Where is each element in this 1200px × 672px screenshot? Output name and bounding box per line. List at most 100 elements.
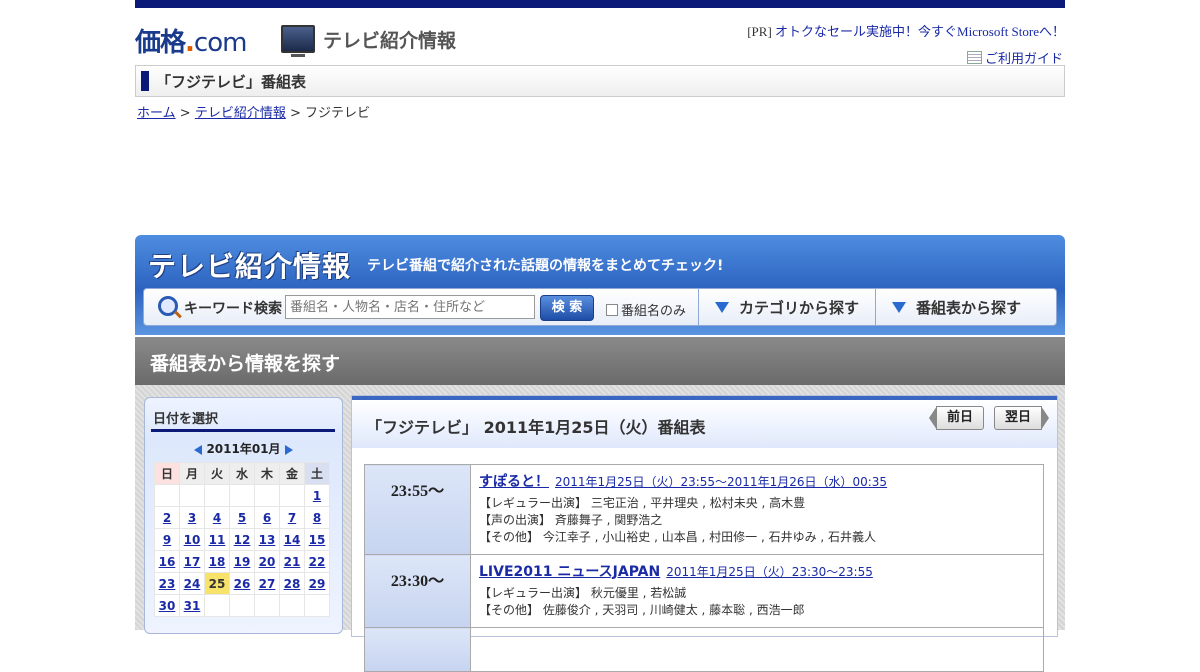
calendar-day[interactable]: 3 <box>179 506 205 529</box>
breadcrumb-sep: > <box>179 106 191 121</box>
calendar-day[interactable]: 20 <box>254 550 280 573</box>
calendar-day[interactable]: 29 <box>304 572 330 595</box>
calendar-day[interactable]: 23 <box>154 572 180 595</box>
section-heading-bar: 番組表から情報を探す <box>135 337 1065 385</box>
calendar-day[interactable]: 26 <box>229 572 255 595</box>
calendar-day-link[interactable]: 24 <box>184 577 201 591</box>
calendar-day <box>229 484 255 507</box>
calendar-day[interactable]: 5 <box>229 506 255 529</box>
calendar-day[interactable]: 17 <box>179 550 205 573</box>
tab-schedule[interactable]: 番組表から探す <box>875 289 1056 325</box>
tab-category[interactable]: カテゴリから探す <box>698 289 875 325</box>
calendar-day-link[interactable]: 21 <box>284 555 301 569</box>
calendar-day-link[interactable]: 1 <box>313 489 321 503</box>
kakaku-logo[interactable]: 価格.com <box>135 22 248 59</box>
calendar-day-link[interactable]: 19 <box>234 555 251 569</box>
calendar-day[interactable]: 30 <box>154 594 180 617</box>
breadcrumb-section[interactable]: テレビ紹介情報 <box>195 106 286 121</box>
calendar-day[interactable]: 28 <box>279 572 305 595</box>
calendar-day[interactable]: 14 <box>279 528 305 551</box>
calendar-day[interactable]: 8 <box>304 506 330 529</box>
search-button[interactable]: 検 索 <box>540 295 594 321</box>
search-icon <box>158 296 178 316</box>
calendar-day[interactable]: 24 <box>179 572 205 595</box>
calendar-day-link[interactable]: 18 <box>209 555 226 569</box>
calendar-day[interactable]: 22 <box>304 550 330 573</box>
calendar-day-link[interactable]: 6 <box>263 511 271 525</box>
calendar-day <box>229 594 255 617</box>
header: 価格.com テレビ紹介情報 [PR] オトクなセール実施中！今すぐMicros… <box>135 8 1065 66</box>
calendar-panel: 日付を選択 2011年01月 日月火水木金土 1 2 3 4 5 6 7 8 9 10 11 12 13 1… <box>144 397 343 634</box>
tab-schedule-label: 番組表から探す <box>916 298 1022 317</box>
title-only-checkbox[interactable]: 番組名のみ <box>606 300 686 319</box>
calendar-day <box>279 484 305 507</box>
calendar-day[interactable]: 6 <box>254 506 280 529</box>
program-time <box>364 627 471 672</box>
calendar-day-link[interactable]: 26 <box>234 577 251 591</box>
calendar-day[interactable]: 13 <box>254 528 280 551</box>
calendar-day-link[interactable]: 13 <box>259 533 276 547</box>
calendar-day-link[interactable]: 14 <box>284 533 301 547</box>
calendar-day-link[interactable]: 25 <box>209 577 226 591</box>
banner-title[interactable]: テレビ紹介情報 <box>148 245 351 285</box>
breadcrumb-home[interactable]: ホーム <box>137 106 176 121</box>
next-month-icon[interactable] <box>284 444 293 455</box>
program-date-link[interactable]: 2011年1月25日（火）23:55～2011年1月26日（水）00:35 <box>555 475 887 489</box>
calendar-day[interactable]: 11 <box>204 528 230 551</box>
calendar-day[interactable]: 10 <box>179 528 205 551</box>
calendar-day[interactable]: 1 <box>304 484 330 507</box>
calendar-day-link[interactable]: 28 <box>284 577 301 591</box>
calendar-day-link[interactable]: 12 <box>234 533 251 547</box>
program-title-link[interactable]: LIVE2011 ニュースJAPAN <box>479 564 660 580</box>
calendar-day[interactable]: 2 <box>154 506 180 529</box>
pr-link[interactable]: オトクなセール実施中！今すぐMicrosoft Storeへ！ <box>775 24 1065 39</box>
calendar-day-link[interactable]: 10 <box>184 533 201 547</box>
calendar-day-link[interactable]: 3 <box>188 511 196 525</box>
calendar-day <box>304 594 330 617</box>
calendar-day-link[interactable]: 11 <box>209 533 226 547</box>
calendar-day[interactable]: 7 <box>279 506 305 529</box>
calendar-day-link[interactable]: 7 <box>288 511 296 525</box>
program-title-link[interactable]: すぽると！ <box>479 474 549 490</box>
calendar-day[interactable]: 18 <box>204 550 230 573</box>
program-date-link[interactable]: 2011年1月25日（火）23:30～23:55 <box>666 565 873 579</box>
calendar-day[interactable]: 12 <box>229 528 255 551</box>
calendar-day[interactable]: 19 <box>229 550 255 573</box>
calendar-day-link[interactable]: 20 <box>259 555 276 569</box>
weekday-header: 金 <box>279 462 305 485</box>
calendar-day-link[interactable]: 31 <box>184 599 201 613</box>
breadcrumb-sep: > <box>289 106 301 121</box>
calendar-day-link[interactable]: 23 <box>159 577 176 591</box>
calendar-day[interactable]: 16 <box>154 550 180 573</box>
calendar-day-link[interactable]: 5 <box>238 511 246 525</box>
prev-month-icon[interactable] <box>194 444 203 455</box>
calendar-day[interactable]: 4 <box>204 506 230 529</box>
calendar-day-link[interactable]: 22 <box>309 555 326 569</box>
calendar-day[interactable]: 21 <box>279 550 305 573</box>
checkbox-box[interactable] <box>606 303 618 316</box>
breadcrumb: ホーム > テレビ紹介情報 > フジテレビ <box>137 102 370 121</box>
calendar-day-link[interactable]: 9 <box>163 533 171 547</box>
calendar-day-link[interactable]: 29 <box>309 577 326 591</box>
keyword-input[interactable] <box>285 295 535 319</box>
logo-com: com <box>193 28 248 58</box>
tv-section-logo[interactable]: テレビ紹介情報 <box>281 25 456 57</box>
calendar-day[interactable]: 9 <box>154 528 180 551</box>
program-row: 23:55～ すぽると！ 2011年1月25日（火）23:55～2011年1月26日… <box>364 464 1044 555</box>
calendar-day-link[interactable]: 2 <box>163 511 171 525</box>
calendar-day <box>279 594 305 617</box>
calendar-day-link[interactable]: 4 <box>213 511 221 525</box>
calendar-day[interactable]: 31 <box>179 594 205 617</box>
next-day-button[interactable]: 翌日 <box>994 406 1049 430</box>
calendar-day-link[interactable]: 17 <box>184 555 201 569</box>
prev-day-button[interactable]: 前日 <box>929 406 984 430</box>
calendar-day[interactable]: 27 <box>254 572 280 595</box>
calendar-day-link[interactable]: 8 <box>313 511 321 525</box>
calendar-day[interactable]: 15 <box>304 528 330 551</box>
weekday-header: 水 <box>229 462 255 485</box>
calendar-day[interactable]: 25 <box>204 572 230 595</box>
calendar-day-link[interactable]: 27 <box>259 577 276 591</box>
calendar-day-link[interactable]: 30 <box>159 599 176 613</box>
calendar-day-link[interactable]: 16 <box>159 555 176 569</box>
calendar-day-link[interactable]: 15 <box>309 533 326 547</box>
